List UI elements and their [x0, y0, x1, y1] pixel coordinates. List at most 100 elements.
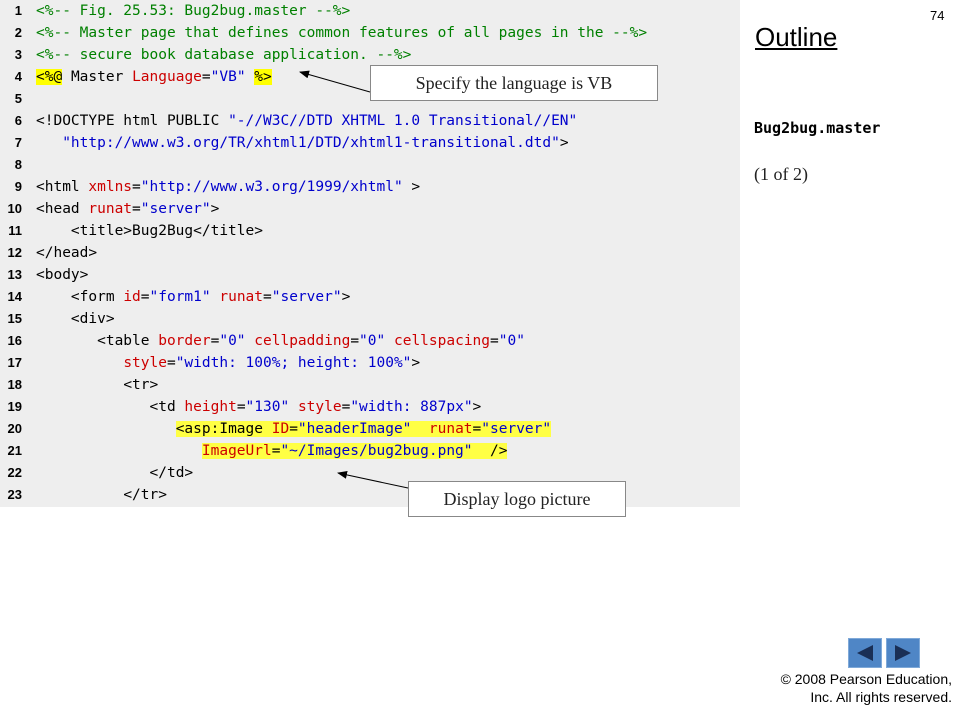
file-name: Bug2bug.master	[754, 119, 881, 137]
line-number: 9	[14, 179, 22, 194]
line-number: 12	[7, 245, 22, 260]
code-line: 20 <asp:Image ID="headerImage" runat="se…	[0, 418, 740, 440]
code-token: border	[158, 333, 211, 349]
code-text: <body>	[36, 264, 88, 286]
code-token: "width: 887px"	[350, 399, 473, 415]
code-token: Language	[132, 69, 202, 85]
code-line: 13 <body>	[0, 264, 740, 286]
code-token: <!DOCTYPE html PUBLIC	[36, 113, 229, 129]
code-token: />	[489, 443, 508, 459]
line-number: 3	[14, 47, 22, 62]
code-token: <td	[149, 399, 185, 415]
code-token: =	[132, 201, 141, 217]
outline-title: Outline	[755, 22, 838, 52]
code-line: 7 "http://www.w3.org/TR/xhtml1/DTD/xhtml…	[0, 132, 740, 154]
callout-specify-language: Specify the language is VB	[370, 65, 658, 101]
copyright: © 2008 Pearson Education, Inc. All right…	[742, 670, 952, 706]
code-token: <tr>	[123, 377, 159, 393]
code-token: <%-- Master page that defines common fea…	[36, 25, 648, 41]
code-token: "server"	[481, 421, 552, 437]
code-text: <head runat="server">	[36, 198, 219, 220]
page-indicator: (1 of 2)	[754, 164, 808, 184]
code-token: <title>	[70, 223, 133, 239]
code-token: <asp:Image	[175, 421, 272, 437]
code-text: <table border="0" cellpadding="0" cellsp…	[36, 330, 525, 352]
code-text: "http://www.w3.org/TR/xhtml1/DTD/xhtml1-…	[36, 132, 569, 154]
code-token: >	[341, 289, 351, 305]
code-token: >	[559, 135, 569, 151]
previous-slide-button[interactable]	[848, 638, 882, 668]
code-token: =	[166, 355, 176, 371]
code-line: 14 <form id="form1" runat="server">	[0, 286, 740, 308]
code-token: "server"	[140, 201, 211, 217]
line-number: 10	[7, 201, 22, 216]
code-token: runat	[428, 421, 473, 437]
line-number: 13	[7, 267, 22, 282]
code-line: 1 <%-- Fig. 25.53: Bug2bug.master --%>	[0, 0, 740, 22]
code-token: ImageUrl	[201, 443, 272, 459]
code-text: <html xmlns="http://www.w3.org/1999/xhtm…	[36, 176, 420, 198]
code-text: <!DOCTYPE html PUBLIC "-//W3C//DTD XHTML…	[36, 110, 577, 132]
highlighted-code: <asp:Image ID="headerImage" runat="serve…	[175, 421, 552, 437]
code-line: 3 <%-- secure book database application. …	[0, 44, 740, 66]
code-line: 15 <div>	[0, 308, 740, 330]
line-number: 4	[14, 69, 22, 84]
code-line: 17 style="width: 100%; height: 100%">	[0, 352, 740, 374]
line-number: 1	[14, 3, 22, 18]
code-token: ID	[271, 421, 290, 437]
line-number: 11	[8, 223, 22, 238]
line-number: 5	[14, 91, 22, 106]
code-text: ImageUrl="~/Images/bug2bug.png" />	[36, 440, 508, 462]
code-text: style="width: 100%; height: 100%">	[36, 352, 420, 374]
code-token: "server"	[271, 289, 342, 305]
code-token: "form1"	[149, 289, 211, 305]
code-token: "130"	[245, 399, 290, 415]
code-token: Bug2Bug	[132, 223, 194, 239]
code-token: >	[411, 355, 421, 371]
next-slide-button[interactable]	[886, 638, 920, 668]
line-number: 23	[7, 487, 22, 502]
code-line: 18 <tr>	[0, 374, 740, 396]
code-text: <%-- secure book database application. -…	[36, 44, 411, 66]
line-number: 18	[7, 377, 22, 392]
triangle-left-icon	[857, 645, 873, 661]
code-text: <title>Bug2Bug</title>	[36, 220, 263, 242]
code-token: runat	[88, 201, 133, 217]
code-token: "0"	[219, 333, 246, 349]
code-text: <%@ Master Language="VB" %>	[36, 66, 272, 88]
code-token: cellpadding	[254, 333, 351, 349]
code-token: >	[210, 201, 220, 217]
code-line: 16 <table border="0" cellpadding="0" cel…	[0, 330, 740, 352]
code-token: <%-- secure book database application. -…	[36, 47, 412, 63]
code-token: <body>	[36, 267, 89, 283]
code-line: 23 </tr>	[0, 484, 740, 506]
code-text: </td>	[36, 462, 194, 484]
line-number: 6	[14, 113, 22, 128]
code-text: <asp:Image ID="headerImage" runat="serve…	[36, 418, 552, 440]
line-number: 15	[7, 311, 22, 326]
line-number: 17	[7, 355, 22, 370]
code-token: =	[132, 179, 141, 195]
code-text: </tr>	[36, 484, 167, 506]
callout-display-logo: Display logo picture	[408, 481, 626, 517]
code-token: </head>	[36, 245, 98, 261]
code-token: =	[201, 69, 211, 85]
line-number: 19	[7, 399, 22, 414]
code-token: "http://www.w3.org/TR/xhtml1/DTD/xhtml1-…	[62, 135, 560, 151]
code-line: 11 <title>Bug2Bug</title>	[0, 220, 740, 242]
line-number: 16	[7, 333, 22, 348]
code-token: </title>	[193, 223, 263, 239]
code-token: style	[297, 399, 342, 415]
